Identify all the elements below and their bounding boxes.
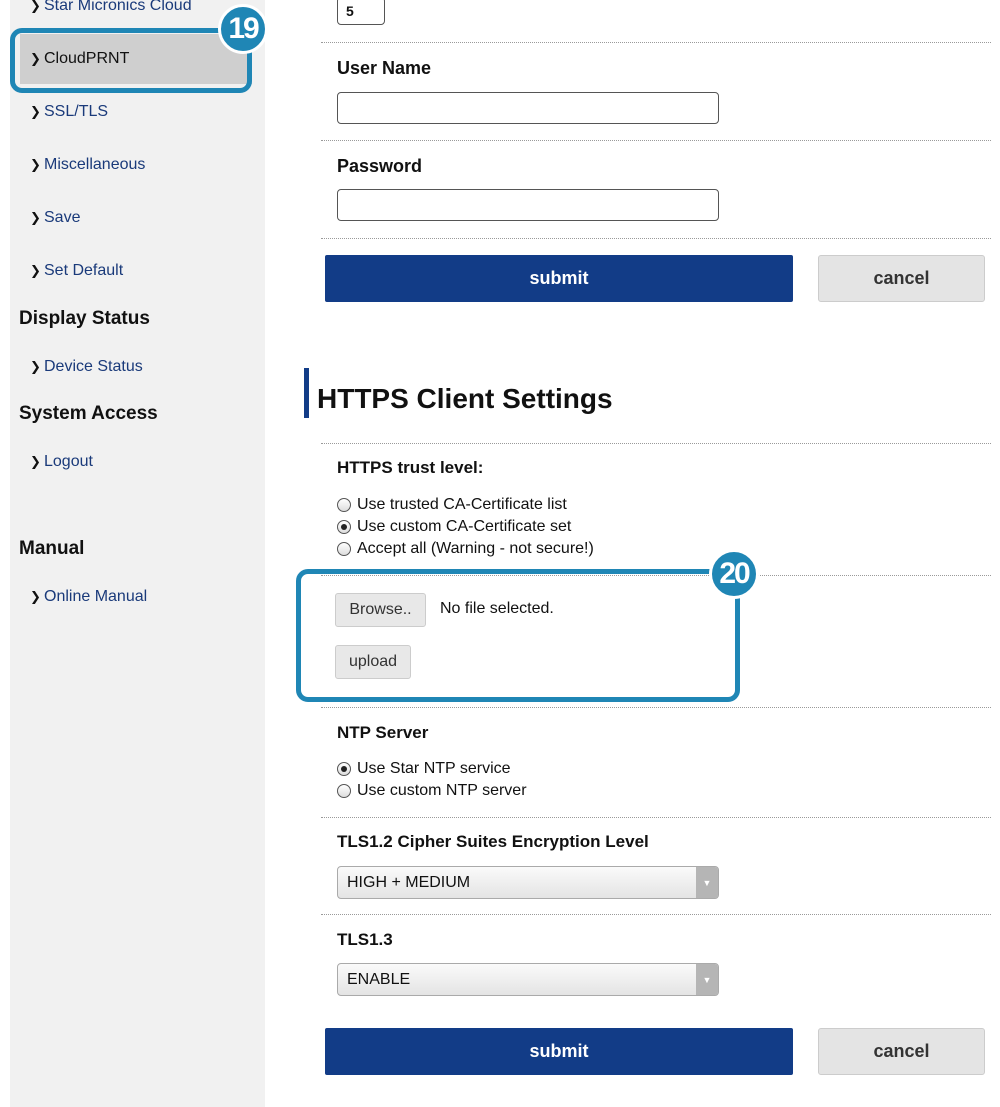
chevron-down-icon[interactable]: ▼	[696, 964, 718, 995]
chevron-right-icon: ❯	[30, 589, 41, 604]
sidebar-item-label: Online Manual	[44, 588, 148, 605]
callout-box-20	[296, 569, 740, 702]
chevron-right-icon: ❯	[30, 210, 41, 225]
tls13-label: TLS1.3	[337, 930, 393, 949]
main-content: 5 User Name Password submit cancel HTTPS…	[265, 0, 1000, 1107]
sidebar-item-label: Logout	[44, 453, 93, 470]
sidebar-item-ssl-tls[interactable]: ❯ SSL/TLS	[10, 92, 265, 132]
chevron-right-icon: ❯	[30, 454, 41, 469]
password-input[interactable]	[337, 189, 719, 221]
sidebar-item-save[interactable]: ❯ Save	[10, 198, 265, 238]
display-status-heading: Display Status	[19, 308, 150, 329]
number-field[interactable]: 5	[337, 0, 385, 25]
chevron-right-icon: ❯	[30, 104, 41, 119]
callout-badge-20: 20	[709, 549, 759, 599]
https-trust-level-label: HTTPS trust level:	[337, 458, 484, 477]
user-name-input[interactable]	[337, 92, 719, 124]
sidebar-item-online-manual[interactable]: ❯ Online Manual	[10, 577, 265, 617]
section-title-bar	[304, 368, 309, 418]
sidebar-item-label: SSL/TLS	[44, 103, 109, 120]
divider	[321, 42, 991, 43]
radio-button-checked[interactable]	[337, 762, 351, 776]
radio-button[interactable]	[337, 784, 351, 798]
chevron-right-icon: ❯	[30, 0, 41, 13]
https-client-settings-title: HTTPS Client Settings	[317, 383, 613, 414]
submit-button[interactable]: submit	[325, 1028, 793, 1075]
radio-label: Use trusted CA-Certificate list	[357, 496, 567, 513]
submit-button[interactable]: submit	[325, 255, 793, 302]
divider	[321, 707, 991, 708]
callout-badge-19: 19	[218, 4, 268, 54]
sidebar-item-label: Miscellaneous	[44, 156, 146, 173]
chevron-right-icon: ❯	[30, 157, 41, 172]
user-name-label: User Name	[337, 58, 432, 78]
trust-option-custom-ca[interactable]: Use custom CA-Certificate set	[337, 518, 571, 536]
select-value: ENABLE	[347, 970, 411, 988]
radio-button[interactable]	[337, 542, 351, 556]
sidebar-item-label: Save	[44, 209, 81, 226]
chevron-right-icon: ❯	[30, 263, 41, 278]
manual-heading: Manual	[19, 538, 85, 559]
divider	[321, 238, 991, 239]
tls12-cipher-select[interactable]: HIGH + MEDIUM ▼	[337, 866, 719, 899]
sidebar-item-label: Device Status	[44, 358, 143, 375]
sidebar-item-set-default[interactable]: ❯ Set Default	[10, 251, 265, 291]
cancel-button[interactable]: cancel	[818, 255, 985, 302]
ntp-server-label: NTP Server	[337, 723, 429, 742]
cancel-button[interactable]: cancel	[818, 1028, 985, 1075]
divider	[321, 443, 991, 444]
ntp-option-custom[interactable]: Use custom NTP server	[337, 782, 527, 800]
divider	[321, 140, 991, 141]
divider	[321, 817, 991, 818]
radio-label: Use custom NTP server	[357, 782, 527, 799]
radio-button[interactable]	[337, 498, 351, 512]
trust-option-accept-all[interactable]: Accept all (Warning - not secure!)	[337, 540, 594, 558]
radio-label: Use Star NTP service	[357, 760, 511, 777]
sidebar-item-miscellaneous[interactable]: ❯ Miscellaneous	[10, 145, 265, 185]
radio-label: Accept all (Warning - not secure!)	[357, 540, 594, 557]
system-access-heading: System Access	[19, 403, 158, 424]
callout-box-19	[10, 28, 252, 93]
radio-label: Use custom CA-Certificate set	[357, 518, 572, 535]
tls13-select[interactable]: ENABLE ▼	[337, 963, 719, 996]
sidebar-item-device-status[interactable]: ❯ Device Status	[10, 347, 265, 387]
divider	[321, 914, 991, 915]
chevron-down-icon[interactable]: ▼	[696, 867, 718, 898]
sidebar-item-label: Set Default	[44, 262, 124, 279]
select-value: HIGH + MEDIUM	[347, 873, 471, 891]
password-label: Password	[337, 156, 423, 176]
sidebar-item-label: Star Micronics Cloud	[44, 0, 192, 14]
ntp-option-star[interactable]: Use Star NTP service	[337, 760, 511, 778]
trust-option-trusted-ca[interactable]: Use trusted CA-Certificate list	[337, 496, 567, 514]
tls12-cipher-label: TLS1.2 Cipher Suites Encryption Level	[337, 832, 649, 851]
sidebar-item-logout[interactable]: ❯ Logout	[10, 442, 265, 482]
chevron-right-icon: ❯	[30, 359, 41, 374]
radio-button-checked[interactable]	[337, 520, 351, 534]
sidebar: ❯ Star Micronics Cloud ❯ CloudPRNT ❯ SSL…	[10, 0, 265, 1107]
